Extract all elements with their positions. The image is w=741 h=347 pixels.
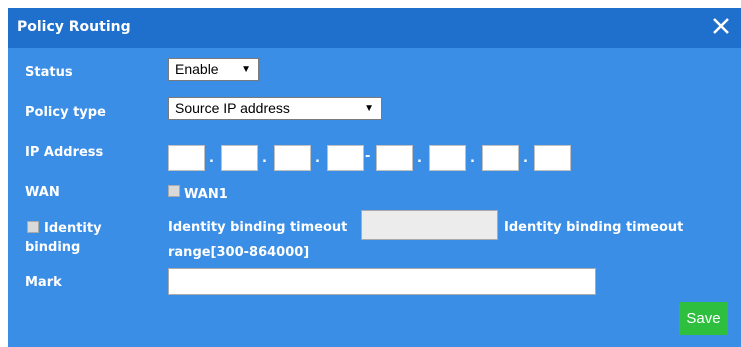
ip-start-octet-4[interactable] [327, 145, 364, 171]
ip-range-separator: - [365, 149, 371, 164]
ip-start-octet-3[interactable] [274, 145, 311, 171]
ip-start-octet-1[interactable] [168, 145, 205, 171]
wan-label: WAN [25, 185, 60, 200]
ip-separator: . [262, 151, 267, 166]
policy-type-label: Policy type [25, 105, 106, 120]
policy-routing-dialog: Policy Routing Status Enable ▼ Policy ty… [8, 8, 741, 347]
policy-type-select-value: Source IP address [175, 100, 290, 116]
ip-separator: . [315, 151, 320, 166]
identity-binding-checkbox[interactable] [27, 221, 39, 233]
identity-timeout-range-label-line1: Identity binding timeout [504, 220, 684, 235]
identity-timeout-input[interactable] [361, 210, 498, 240]
dropdown-arrow-icon: ▼ [241, 64, 251, 75]
ip-separator: . [470, 151, 475, 166]
ip-separator: . [523, 151, 528, 166]
save-button[interactable]: Save [679, 302, 728, 335]
identity-binding-label-line2: binding [25, 240, 81, 255]
close-icon[interactable] [709, 14, 733, 38]
ip-end-octet-4[interactable] [534, 145, 571, 171]
policy-type-select[interactable]: Source IP address ▼ [168, 97, 382, 120]
wan1-checkbox[interactable] [168, 185, 180, 197]
status-select-value: Enable [175, 61, 219, 77]
ip-end-octet-1[interactable] [376, 145, 413, 171]
dialog-titlebar: Policy Routing [8, 8, 741, 48]
ip-start-octet-2[interactable] [221, 145, 258, 171]
identity-binding-label-line1: Identity [44, 221, 102, 236]
identity-timeout-label: Identity binding timeout [168, 220, 348, 235]
status-label: Status [25, 65, 73, 80]
status-select[interactable]: Enable ▼ [168, 58, 259, 81]
ip-separator: . [209, 151, 214, 166]
wan1-option-label: WAN1 [184, 187, 228, 202]
ip-address-label: IP Address [25, 145, 104, 160]
dialog-title: Policy Routing [17, 19, 131, 35]
ip-separator: . [417, 151, 422, 166]
ip-end-octet-2[interactable] [429, 145, 466, 171]
mark-input[interactable] [168, 268, 596, 295]
ip-end-octet-3[interactable] [482, 145, 519, 171]
identity-timeout-range-label-line2: range[300-864000] [168, 245, 310, 260]
mark-label: Mark [25, 275, 62, 290]
dropdown-arrow-icon: ▼ [364, 103, 374, 114]
